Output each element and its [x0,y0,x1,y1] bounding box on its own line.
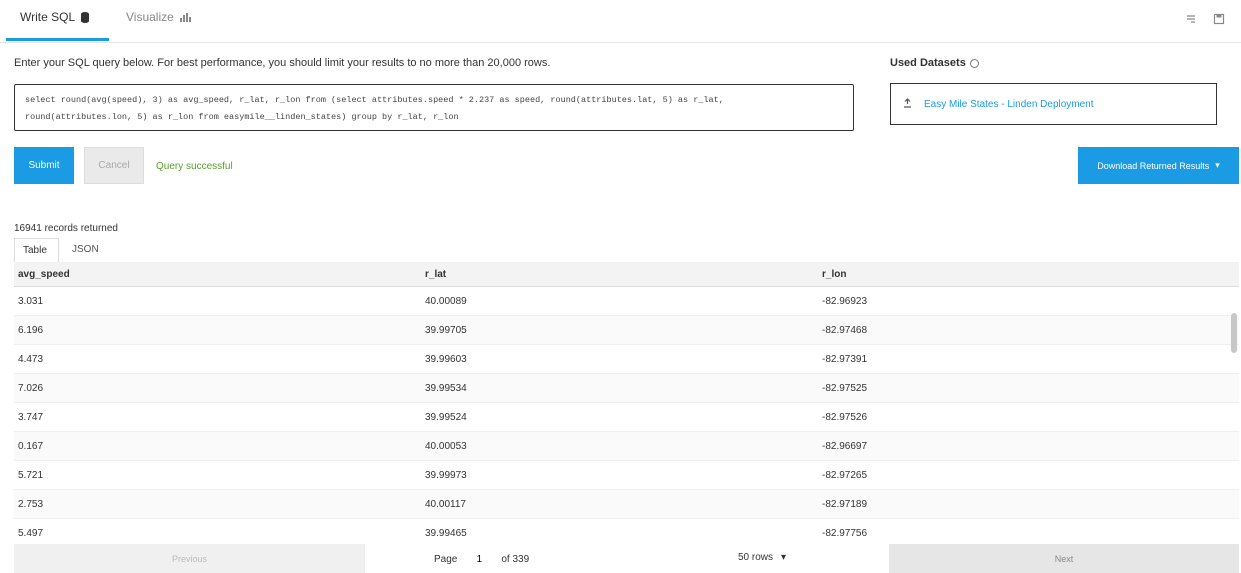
cell: -82.97189 [822,499,868,510]
database-icon [81,11,90,23]
table-row: 6.196 39.99705 -82.97468 [14,316,1239,345]
info-icon[interactable] [969,58,979,68]
bar-chart-icon [179,12,191,22]
cell: -82.97265 [822,470,868,481]
column-header-r-lon[interactable]: r_lon [822,269,846,280]
scrollbar-thumb[interactable] [1231,313,1237,353]
rows-per-page-value: 50 rows [738,552,774,563]
table-row: 5.721 39.99973 -82.97265 [14,461,1239,490]
rows-per-page-select[interactable]: 50 rows ▾ [738,552,786,563]
save-icon[interactable] [1213,12,1227,26]
page-total: of 339 [501,553,530,565]
table-row: 4.473 39.99603 -82.97391 [14,345,1239,374]
next-button[interactable]: Next [889,544,1239,573]
submit-button[interactable]: Submit [14,147,74,184]
page-input[interactable] [467,552,492,566]
records-count: 16941 records returned [14,223,118,234]
cell: -82.97526 [822,412,868,423]
table-row: 3.747 39.99524 -82.97526 [14,403,1239,432]
tab-table[interactable]: Table [14,238,59,262]
download-results-button[interactable]: Download Returned Results ▾ [1078,147,1239,184]
cell: 39.99705 [425,325,467,336]
cell: 6.196 [18,325,44,336]
tab-visualize[interactable]: Visualize [126,10,191,24]
status-message: Query successful [156,161,233,172]
table-header: avg_speed r_lat r_lon [14,262,1239,287]
cell: 39.99603 [425,354,467,365]
tab-write-sql-label: Write SQL [20,10,76,24]
cell: 2.753 [18,499,44,510]
table-row: 2.753 40.00117 -82.97189 [14,490,1239,519]
cancel-button[interactable]: Cancel [84,147,144,184]
table-row: 0.167 40.00053 -82.96697 [14,432,1239,461]
cell: 39.99524 [425,412,467,423]
tab-visualize-label: Visualize [126,10,174,24]
download-results-label: Download Returned Results [1097,160,1210,171]
active-tab-indicator [6,38,109,41]
collapse-icon[interactable] [1185,12,1199,26]
dataset-link[interactable]: Easy Mile States - Linden Deployment [924,99,1094,110]
cell: -82.96697 [822,441,868,452]
cell: 40.00089 [425,296,467,307]
cell: 0.167 [18,441,44,452]
toolbar-icons [1185,12,1227,26]
cell: 3.747 [18,412,44,423]
page-label: Page [434,553,458,565]
sql-editor[interactable]: select round(avg(speed), 3) as avg_speed… [14,84,854,131]
page-indicator: Page of 339 [434,552,529,566]
cell: 5.721 [18,470,44,481]
column-header-avg-speed[interactable]: avg_speed [18,269,70,280]
cell: 7.026 [18,383,44,394]
cell: 3.031 [18,296,44,307]
results-table: avg_speed r_lat r_lon 3.031 40.00089 -82.9… [14,262,1239,543]
cell: -82.97391 [822,354,868,365]
cell: 40.00117 [425,499,466,510]
cell: -82.97468 [822,325,868,336]
used-datasets-heading: Used Datasets [890,57,979,69]
cell: 39.99973 [425,470,467,481]
tab-write-sql[interactable]: Write SQL [20,10,90,24]
sql-line-2: round(attributes.lon, 5) as r_lon from e… [25,112,459,122]
cell: 39.99465 [425,528,467,539]
table-row: 5.497 39.99465 -82.97756 [14,519,1239,543]
cell: -82.97525 [822,383,868,394]
used-datasets-label: Used Datasets [890,57,966,69]
chevron-down-icon: ▾ [1215,160,1220,170]
tab-json[interactable]: JSON [64,238,107,262]
table-body: 3.031 40.00089 -82.96923 6.196 39.99705 -82.… [14,287,1239,543]
cell: 39.99534 [425,383,467,394]
tab-bar: Write SQL Visualize [0,0,1241,43]
cell: 5.497 [18,528,44,539]
cell: 4.473 [18,354,44,365]
download-icon[interactable] [903,97,912,111]
table-row: 7.026 39.99534 -82.97525 [14,374,1239,403]
instruction-text: Enter your SQL query below. For best per… [14,57,551,69]
column-header-r-lat[interactable]: r_lat [425,269,446,280]
cell: 40.00053 [425,441,467,452]
chevron-down-icon: ▾ [781,552,787,563]
previous-button[interactable]: Previous [14,544,365,573]
sql-line-1: select round(avg(speed), 3) as avg_speed… [25,95,724,105]
cell: -82.97756 [822,528,868,539]
pagination: Previous Page of 339 50 rows ▾ Next [14,544,1239,573]
table-row: 3.031 40.00089 -82.96923 [14,287,1239,316]
cell: -82.96923 [822,296,868,307]
used-datasets-list: Easy Mile States - Linden Deployment [890,83,1217,125]
